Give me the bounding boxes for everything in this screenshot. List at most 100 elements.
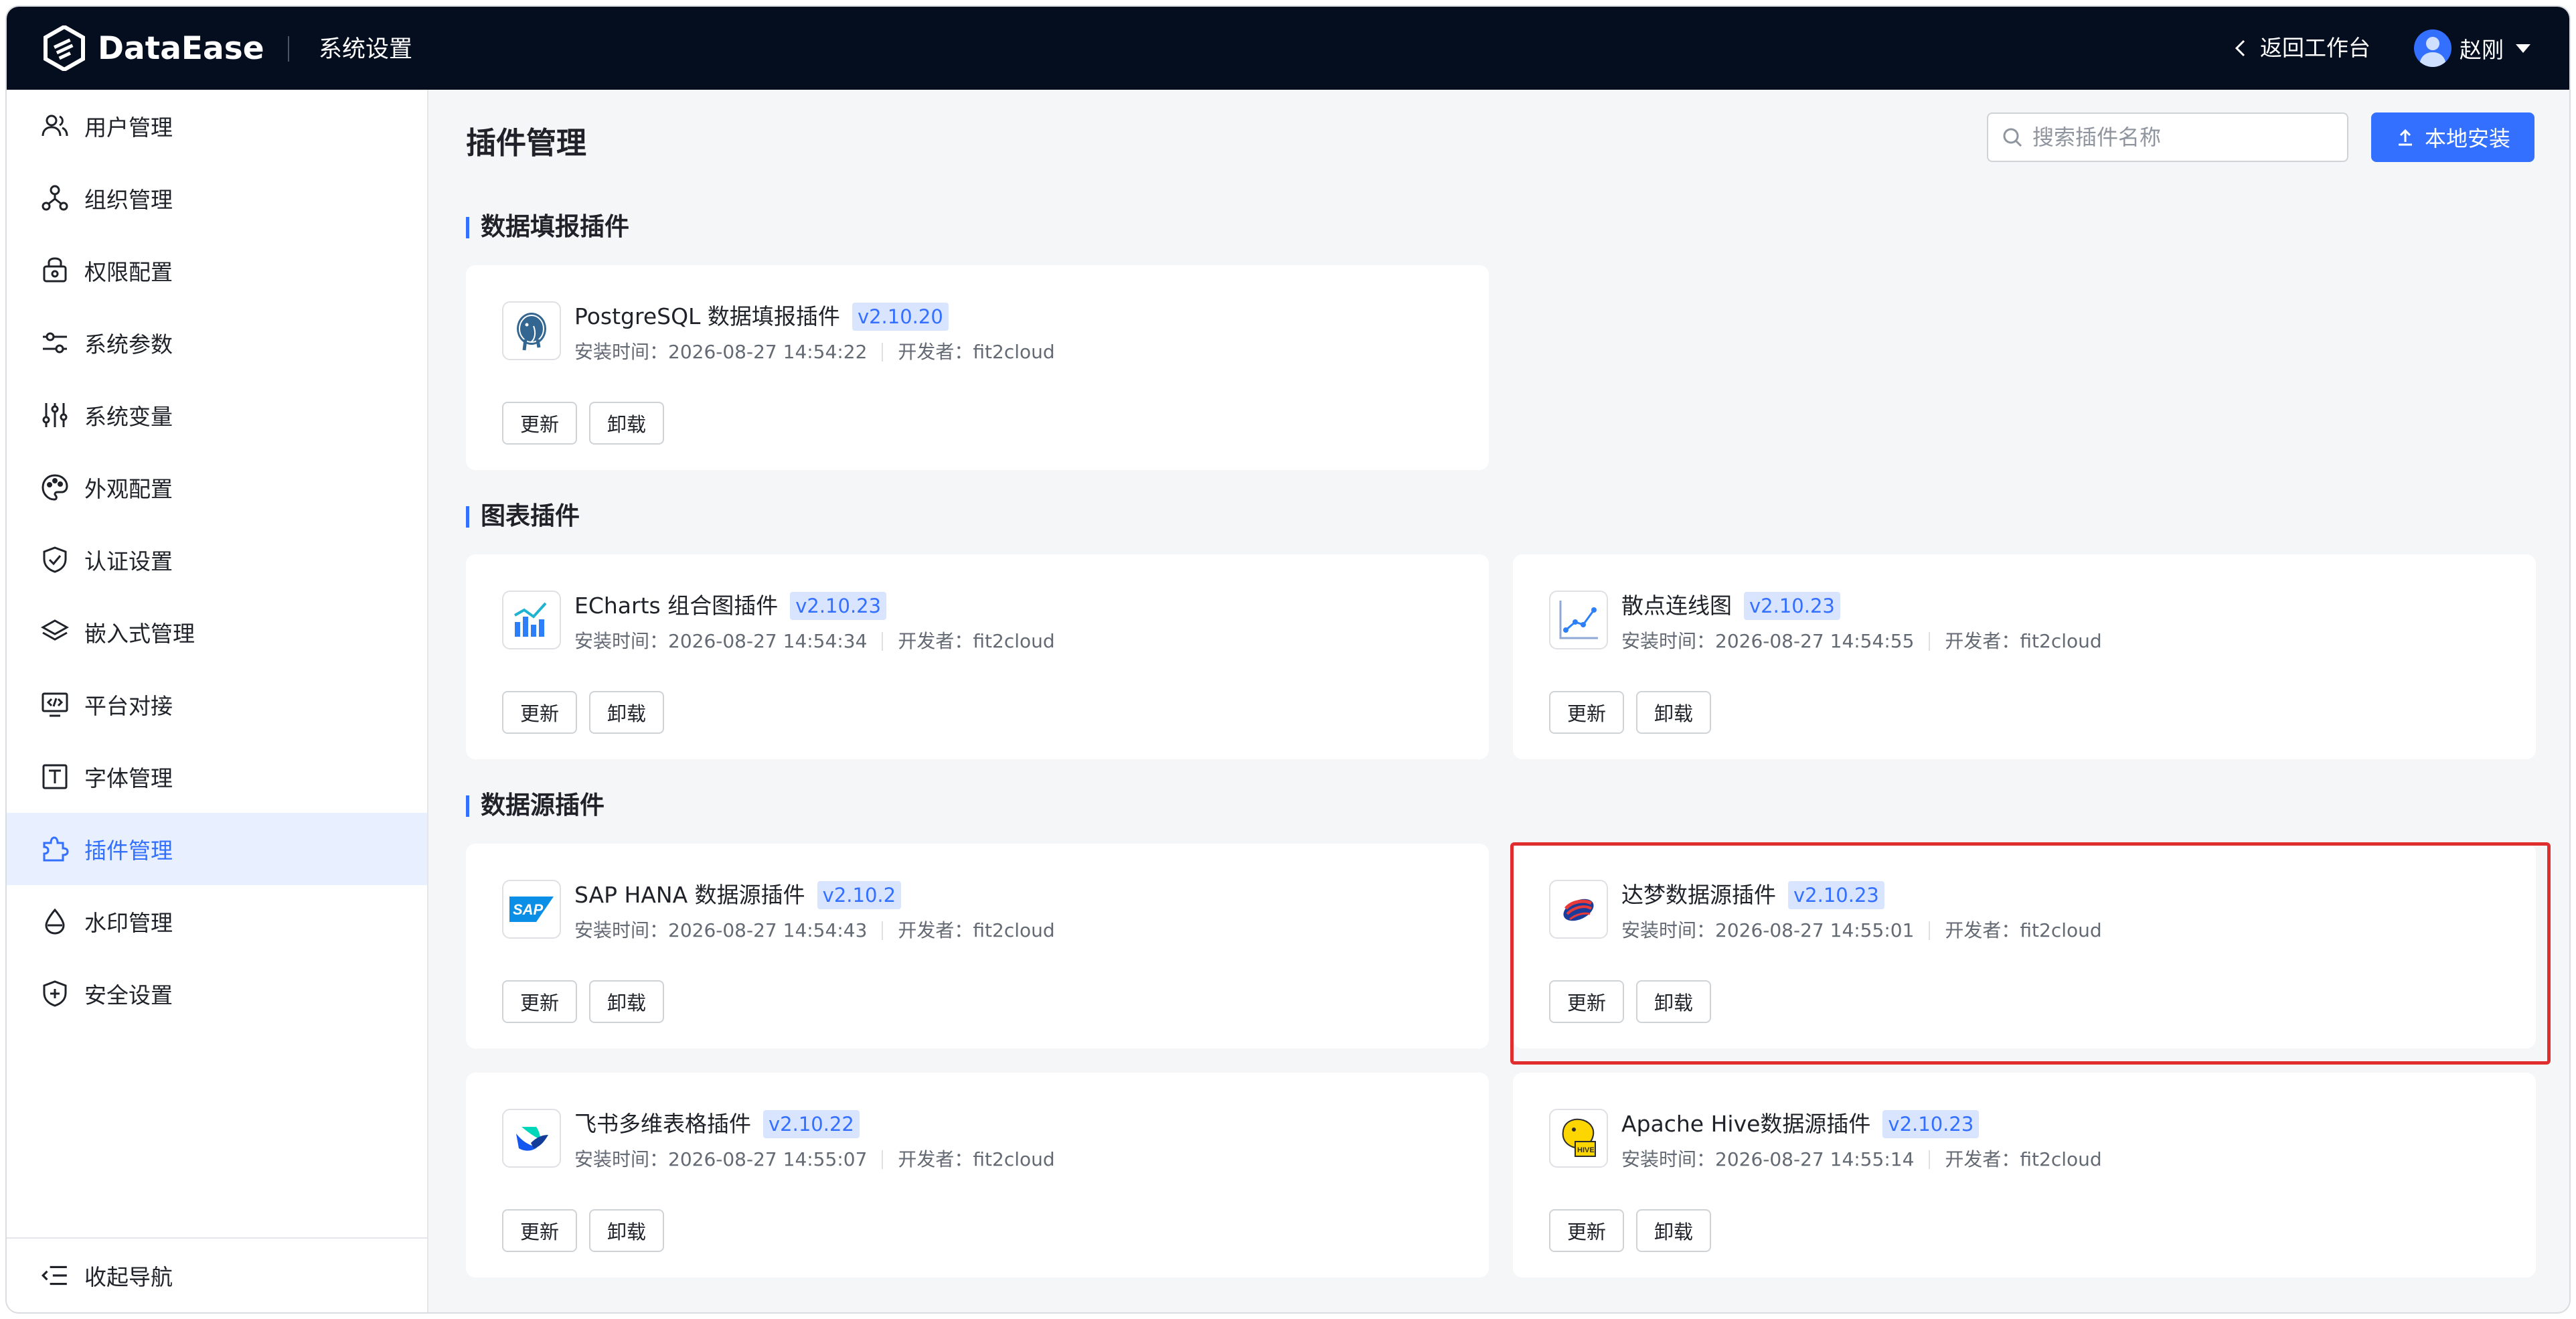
app-window: DataEase 系统设置 返回工作台 赵刚 用户管理 组织管理 权限配置 系统…	[7, 7, 2569, 1312]
plugin-meta: 安装时间：2026-08-27 14:55:01 开发者：fit2cloud	[1621, 919, 2102, 943]
shield-check-icon	[43, 546, 67, 573]
version-badge: v2.10.20	[852, 303, 949, 331]
sidebar-item-permissions[interactable]: 权限配置	[7, 234, 427, 307]
plugin-title: 散点连线图 v2.10.23	[1621, 591, 1840, 621]
scatter-line-icon	[1559, 601, 1598, 639]
plugin-card: ECharts 组合图插件 v2.10.23 安装时间：2026-08-27 1…	[466, 554, 1489, 759]
sidebar-item-label: 水印管理	[84, 910, 173, 936]
sidebar: 用户管理 组织管理 权限配置 系统参数 系统变量 外观配置 认证设置 嵌入式管理…	[7, 90, 428, 1312]
plugin-logo: HIVE	[1549, 1109, 1608, 1168]
sidebar-item-label: 字体管理	[84, 765, 173, 791]
brand-logo[interactable]: DataEase	[43, 25, 264, 71]
section-title-charts: 图表插件	[466, 501, 580, 532]
feishu-icon	[516, 1127, 548, 1151]
sidebar-item-system-variables[interactable]: 系统变量	[7, 379, 427, 451]
collapse-nav-button[interactable]: 收起导航	[7, 1237, 427, 1312]
plugin-name: ECharts 组合图插件	[574, 593, 779, 619]
upload-icon	[2398, 129, 2412, 146]
plugin-meta: 安装时间：2026-08-27 14:55:14 开发者：fit2cloud	[1621, 1148, 2102, 1172]
update-button[interactable]: 更新	[1549, 1209, 1624, 1252]
plugin-title: ECharts 组合图插件 v2.10.23	[574, 591, 887, 621]
code-monitor-icon	[42, 692, 68, 717]
plugin-name: Apache Hive数据源插件	[1621, 1111, 1871, 1137]
update-button[interactable]: 更新	[502, 1209, 577, 1252]
sidebar-item-system-params[interactable]: 系统参数	[7, 307, 427, 379]
uninstall-button[interactable]: 卸载	[589, 402, 664, 445]
plugin-title: PostgreSQL 数据填报插件 v2.10.20	[574, 301, 949, 332]
echarts-icon	[514, 602, 547, 637]
plugin-card: 散点连线图 v2.10.23 安装时间：2026-08-27 14:54:55 …	[1513, 554, 2536, 759]
update-button[interactable]: 更新	[1549, 980, 1624, 1023]
install-time: 安装时间：2026-08-27 14:55:07	[574, 1148, 868, 1170]
sidebar-item-plugins[interactable]: 插件管理	[7, 813, 427, 885]
plugin-card: HIVE Apache Hive数据源插件 v2.10.23 安装时间：2026…	[1513, 1073, 2536, 1277]
update-button[interactable]: 更新	[502, 691, 577, 734]
sidebar-item-label: 系统变量	[84, 404, 173, 430]
meta-divider	[1929, 632, 1931, 651]
plugin-name: 飞书多维表格插件	[574, 1111, 751, 1137]
sidebar-item-label: 嵌入式管理	[84, 621, 195, 647]
install-time: 安装时间：2026-08-27 14:55:14	[1621, 1148, 1915, 1170]
install-time: 安装时间：2026-08-27 14:54:55	[1621, 630, 1915, 652]
droplet-icon	[45, 908, 65, 935]
sidebar-item-organizations[interactable]: 组织管理	[7, 162, 427, 234]
section-title-data-filling: 数据填报插件	[466, 212, 629, 242]
uninstall-button[interactable]: 卸载	[1636, 1209, 1711, 1252]
sidebar-item-users[interactable]: 用户管理	[7, 90, 427, 162]
sidebar-item-label: 安全设置	[84, 982, 173, 1008]
uninstall-button[interactable]: 卸载	[589, 1209, 664, 1252]
sidebar-item-embedded[interactable]: 嵌入式管理	[7, 596, 427, 668]
sidebar-item-appearance[interactable]: 外观配置	[7, 451, 427, 524]
caret-down-icon	[2516, 44, 2530, 53]
sidebar-item-label: 认证设置	[84, 548, 173, 574]
developer: 开发者：fit2cloud	[1945, 919, 2102, 941]
uninstall-button[interactable]: 卸载	[1636, 980, 1711, 1023]
developer: 开发者：fit2cloud	[898, 341, 1055, 363]
developer: 开发者：fit2cloud	[1945, 630, 2102, 652]
plugin-search[interactable]	[1987, 112, 2348, 162]
sidebar-item-watermark[interactable]: 水印管理	[7, 885, 427, 957]
search-input[interactable]	[2032, 125, 2327, 150]
top-bar: DataEase 系统设置 返回工作台 赵刚	[7, 7, 2569, 90]
layers-icon	[41, 619, 69, 641]
sidebar-item-authentication[interactable]: 认证设置	[7, 524, 427, 596]
install-time: 安装时间：2026-08-27 14:54:43	[574, 919, 868, 941]
plugin-logo	[1549, 591, 1608, 649]
update-button[interactable]: 更新	[502, 980, 577, 1023]
lock-icon	[43, 257, 67, 283]
sidebar-item-label: 权限配置	[84, 259, 173, 285]
user-name: 赵刚	[2460, 37, 2504, 63]
back-label: 返回工作台	[2260, 35, 2370, 61]
plugin-logo	[502, 301, 561, 360]
developer: 开发者：fit2cloud	[1945, 1148, 2102, 1170]
sidebar-item-label: 平台对接	[84, 693, 173, 719]
uninstall-button[interactable]: 卸载	[589, 691, 664, 734]
plugin-card: SAP SAP HANA 数据源插件 v2.10.2 安装时间：2026-08-…	[466, 844, 1489, 1049]
sidebar-item-label: 外观配置	[84, 476, 173, 502]
developer: 开发者：fit2cloud	[898, 1148, 1055, 1170]
back-to-workbench-button[interactable]: 返回工作台	[2231, 33, 2370, 63]
sidebar-item-platform[interactable]: 平台对接	[7, 668, 427, 741]
version-badge: v2.10.23	[1788, 881, 1884, 909]
uninstall-button[interactable]: 卸载	[1636, 691, 1711, 734]
dameng-icon	[1563, 899, 1594, 921]
plugin-card: 飞书多维表格插件 v2.10.22 安装时间：2026-08-27 14:55:…	[466, 1073, 1489, 1277]
palette-icon	[42, 474, 68, 501]
plugin-logo	[502, 591, 561, 649]
shield-plus-icon	[43, 980, 67, 1007]
svg-text:HIVE: HIVE	[1577, 1146, 1595, 1154]
update-button[interactable]: 更新	[502, 402, 577, 445]
plugin-card: 达梦数据源插件 v2.10.23 安装时间：2026-08-27 14:55:0…	[1513, 844, 2536, 1049]
plugin-title: 达梦数据源插件 v2.10.23	[1621, 880, 1884, 911]
plugin-name: 散点连线图	[1621, 593, 1732, 619]
collapse-menu-icon	[41, 1265, 67, 1286]
local-install-button[interactable]: 本地安装	[2371, 112, 2534, 162]
org-tree-icon	[42, 185, 68, 211]
plugin-logo: SAP	[502, 880, 561, 939]
update-button[interactable]: 更新	[1549, 691, 1624, 734]
user-menu[interactable]: 赵刚	[2414, 29, 2530, 67]
avatar	[2414, 29, 2451, 67]
sidebar-item-security[interactable]: 安全设置	[7, 957, 427, 1030]
uninstall-button[interactable]: 卸载	[589, 980, 664, 1023]
sidebar-item-fonts[interactable]: 字体管理	[7, 741, 427, 813]
